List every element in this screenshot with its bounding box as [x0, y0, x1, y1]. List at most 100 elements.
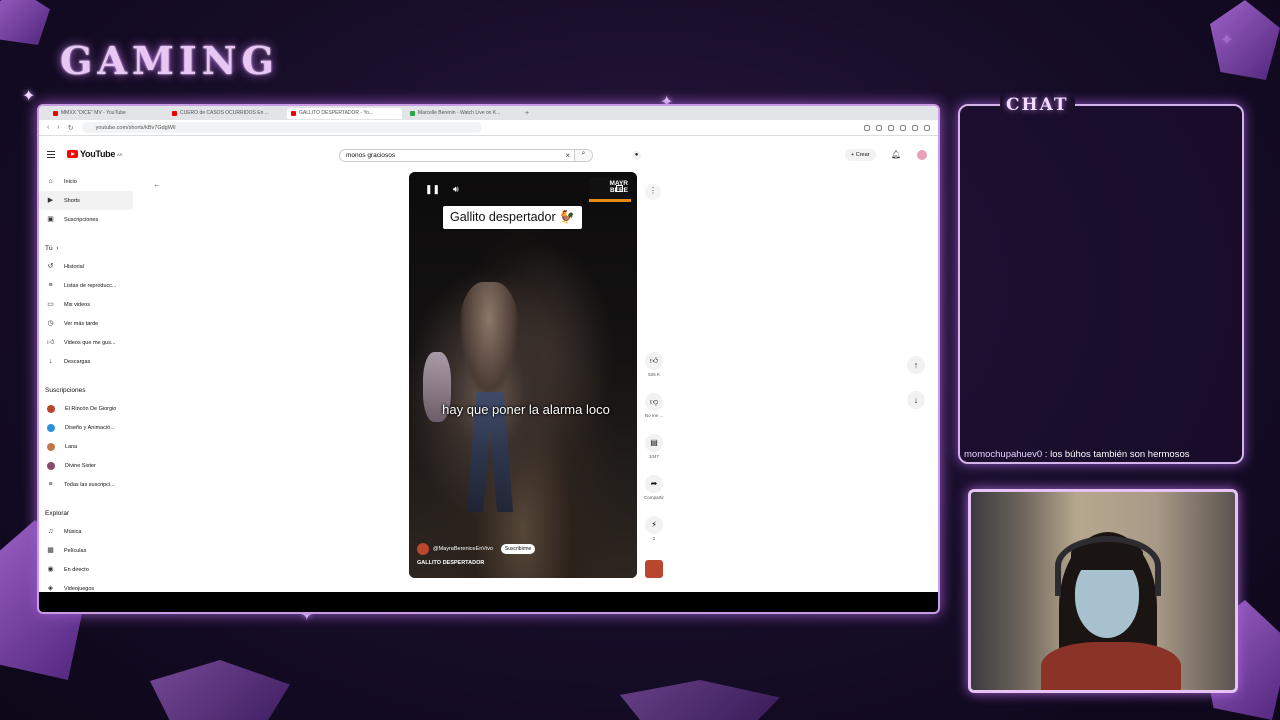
- browser-tab[interactable]: MMXX "DICE" MV - YouTube: [49, 108, 164, 119]
- channel-avatar: [47, 423, 55, 432]
- headset-icon: [1055, 536, 1161, 596]
- sidebar-item-movies[interactable]: ▦ Películas: [39, 541, 139, 560]
- subscribe-button[interactable]: Suscribirme: [500, 544, 536, 554]
- sidebar-item-playlists[interactable]: ≡ Listas de reproducc...: [39, 276, 139, 295]
- chat-message: momochupahuev0 : los búhos también son h…: [964, 449, 1190, 460]
- short-actions: 👍︎ 526 K 👎︎ No me ... ▤ 1047 ➦ Compartir ⚡︎ 2: [643, 352, 665, 557]
- avatar[interactable]: [917, 150, 927, 160]
- next-short-icon[interactable]: ↓: [907, 391, 925, 409]
- browser-tab-active[interactable]: GALLITO DESPERTADOR - Yo...: [287, 107, 402, 119]
- remix-icon[interactable]: ⚡︎: [645, 516, 663, 534]
- film-icon: ▦: [47, 547, 54, 554]
- sound-thumbnail[interactable]: [645, 560, 663, 578]
- crystal-decoration: [150, 660, 290, 720]
- live-icon: ◉: [47, 566, 54, 573]
- extension-icon[interactable]: [912, 124, 918, 131]
- sidebar-item-channel[interactable]: Lana: [39, 437, 139, 456]
- new-tab-button[interactable]: +: [525, 110, 529, 117]
- extension-icon[interactable]: [876, 124, 882, 131]
- search-input[interactable]: monos graciosos × ⌕: [339, 149, 593, 162]
- chat-title: CHAT: [1000, 95, 1075, 115]
- clock-icon: ◷: [47, 320, 54, 327]
- sidebar-item-home[interactable]: ⌂ Inicio: [39, 172, 139, 191]
- channel-name[interactable]: @MayraBereniceEnVivo: [433, 546, 493, 552]
- sidebar-section-you[interactable]: Tú ›: [39, 239, 139, 257]
- share-icon[interactable]: ➦: [645, 475, 663, 493]
- extension-icon[interactable]: [924, 124, 930, 131]
- notifications-icon[interactable]: 🔔︎: [891, 150, 901, 159]
- channel-avatar[interactable]: [417, 543, 429, 555]
- sidebar-item-subscriptions[interactable]: ▣ Suscripciones: [39, 210, 139, 229]
- sidebar-item-channel[interactable]: Diseño y Animació...: [39, 418, 139, 437]
- video-caption: hay que poner la alarma loco: [442, 402, 610, 417]
- taskbar-strip: [39, 592, 938, 612]
- browser-window: MMXX "DICE" MV - YouTube CUERO de CASOS …: [37, 104, 940, 614]
- sidebar-item-liked[interactable]: 👍︎ Videos que me gus...: [39, 333, 139, 352]
- youtube-logo[interactable]: YouTube AR: [67, 149, 123, 159]
- chat-panel: [958, 104, 1244, 464]
- previous-short-icon[interactable]: ↑: [907, 356, 925, 374]
- sidebar-item-channel[interactable]: Divine Sister: [39, 456, 139, 475]
- sidebar-item-watch-later[interactable]: ◷ Ver más tarde: [39, 314, 139, 333]
- crystal-decoration: [620, 680, 780, 720]
- mic-icon[interactable]: ●: [632, 151, 641, 160]
- extension-icon[interactable]: [864, 124, 870, 131]
- search-icon[interactable]: ⌕: [574, 150, 592, 161]
- menu-icon[interactable]: [47, 151, 55, 158]
- short-video-player[interactable]: ❚❚ 🔊︎ MAYR BERE Gallito despertador 🐓 ha…: [409, 172, 637, 578]
- sidebar-item-channel[interactable]: El Rincón De Giorgio: [39, 399, 139, 418]
- volume-icon[interactable]: 🔊︎: [453, 184, 459, 195]
- youtube-icon: [172, 110, 177, 116]
- browser-tab[interactable]: CUERO de CASOS OCURRIDOS En ...: [168, 108, 283, 119]
- download-icon: ↓: [48, 358, 53, 365]
- youtube-icon: [291, 110, 296, 116]
- sidebar-item-history[interactable]: ↺ Historial: [39, 257, 139, 276]
- extension-icon[interactable]: [900, 124, 906, 131]
- tab-bar: MMXX "DICE" MV - YouTube CUERO de CASOS …: [39, 106, 938, 120]
- sidebar-item-downloads[interactable]: ↓ Descargas: [39, 352, 139, 371]
- forward-icon[interactable]: ›: [57, 124, 59, 131]
- collapse-arrow-icon[interactable]: ←: [153, 180, 161, 189]
- short-info: @MayraBereniceEnVivo Suscribirme GALLITO…: [417, 543, 629, 566]
- back-icon[interactable]: ‹: [47, 124, 49, 131]
- clear-search-icon[interactable]: ×: [565, 151, 570, 160]
- create-button[interactable]: + Crear: [845, 149, 876, 161]
- chat-username: momochupahuev0: [964, 449, 1043, 460]
- like-icon[interactable]: 👍︎: [645, 352, 663, 370]
- game-icon: ◈: [47, 585, 54, 592]
- comment-icon[interactable]: ▤: [645, 434, 663, 452]
- chat-text: : los búhos también son hermosos: [1042, 449, 1190, 460]
- sidebar-section-explore: Explorar: [45, 509, 70, 517]
- sidebar-section-subscriptions: Suscripciones: [45, 386, 86, 394]
- dislike-icon[interactable]: 👎︎: [645, 393, 663, 411]
- short-title: GALLITO DESPERTADOR: [417, 560, 485, 566]
- like-icon: 👍︎: [47, 339, 55, 346]
- youtube-icon: [53, 110, 58, 116]
- video-title-card: Gallito despertador 🐓: [443, 206, 582, 229]
- youtube-play-icon: [67, 150, 78, 158]
- more-options-icon[interactable]: ⋮: [645, 184, 661, 200]
- pause-icon[interactable]: ❚❚: [425, 184, 440, 195]
- channel-avatar: [47, 442, 55, 451]
- browser-tab[interactable]: Marcelle Berenin - Watch Live on K...: [406, 108, 521, 119]
- fullscreen-icon[interactable]: [616, 185, 623, 192]
- kick-icon: [410, 110, 415, 116]
- channel-watermark: MAYR BERE: [589, 178, 631, 202]
- home-icon: ⌂: [48, 178, 53, 185]
- channel-avatar: [47, 404, 55, 413]
- music-icon: ♫: [47, 528, 54, 535]
- sidebar-item-my-videos[interactable]: ▭ Mis videos: [39, 295, 139, 314]
- url-input[interactable]: youtube.com/shorts/kBv7GdgWiI: [81, 122, 482, 133]
- chevron-right-icon: ›: [56, 244, 59, 252]
- extension-icon[interactable]: [888, 124, 894, 131]
- reload-icon[interactable]: ↻: [68, 124, 74, 132]
- sidebar-item-music[interactable]: ♫ Música: [39, 522, 139, 541]
- sidebar-item-live[interactable]: ◉ En directo: [39, 560, 139, 579]
- sidebar-item-shorts[interactable]: ▶ Shorts: [39, 191, 133, 210]
- sidebar-item-all-subscriptions[interactable]: ≡ Todas las suscripci...: [39, 475, 139, 494]
- extensions-toolbar: [864, 124, 930, 131]
- address-bar-row: ‹ › ↻ youtube.com/shorts/kBv7GdgWiI: [39, 120, 938, 136]
- shorts-icon: ▶: [47, 197, 54, 204]
- crystal-decoration: [0, 0, 50, 45]
- webcam-feed: [968, 489, 1238, 693]
